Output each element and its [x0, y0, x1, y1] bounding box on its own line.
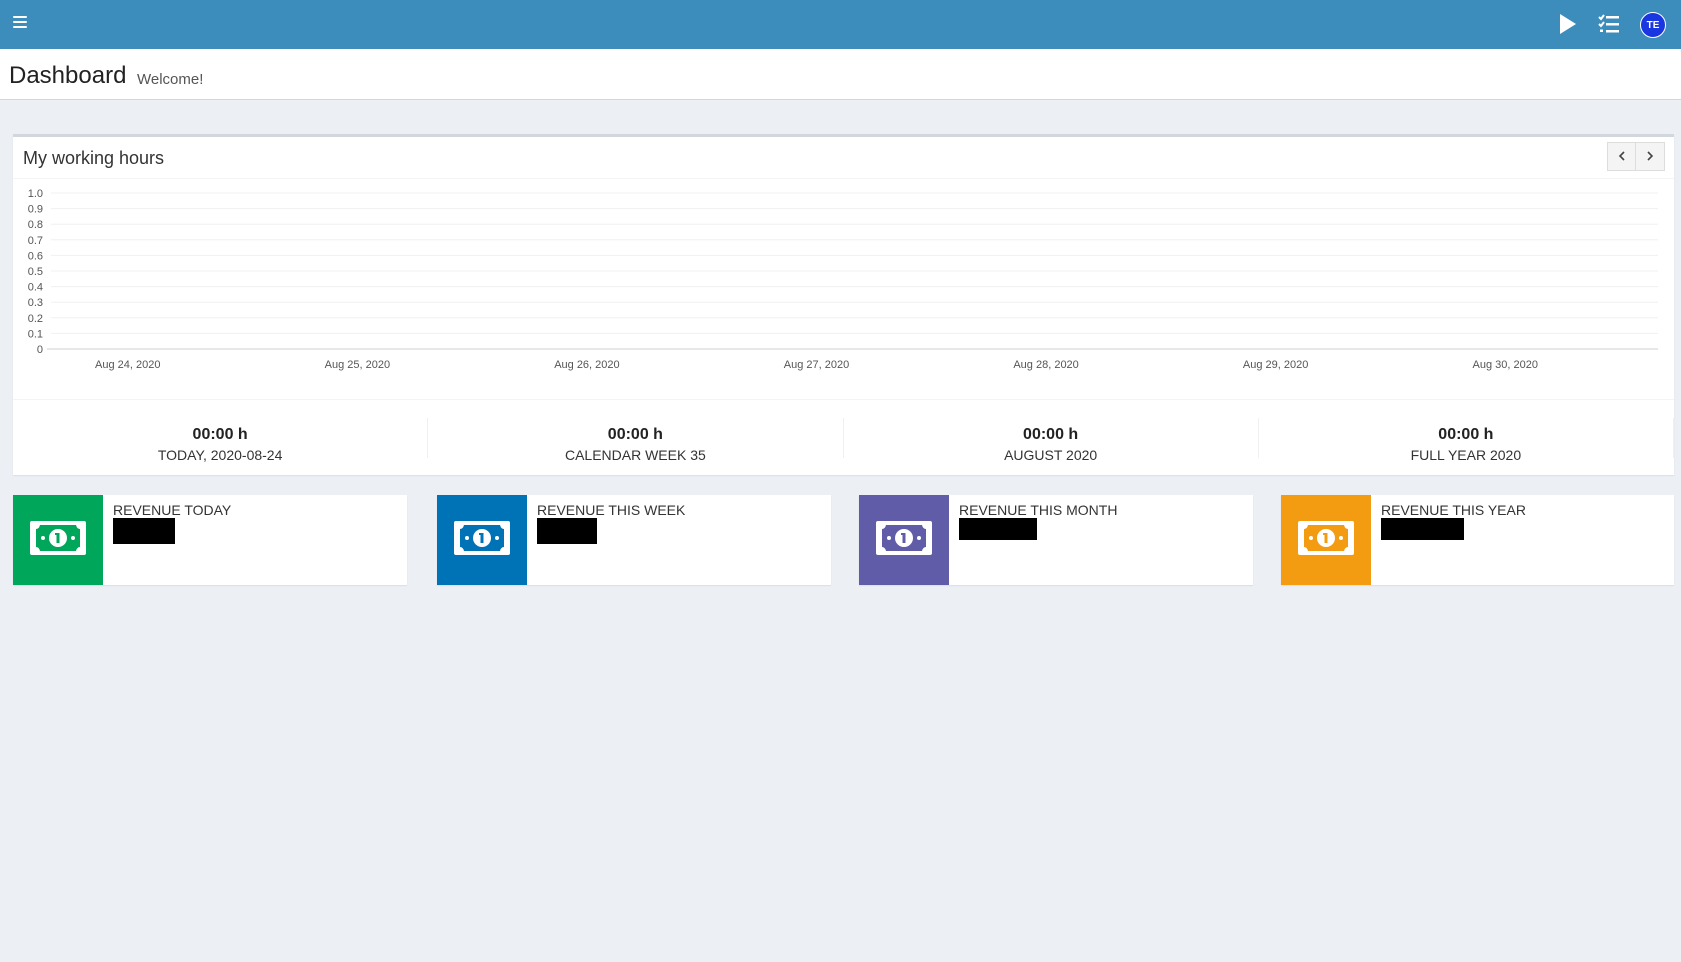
chevron-left-icon	[1617, 148, 1627, 166]
page-subtitle: Welcome!	[137, 71, 204, 88]
money-bill-icon	[453, 520, 511, 561]
chart-svg: 1.0 0.9 0.8 0.7 0.6 0.5 0.4 0.3 0.2 0.1 0 Aug 24, 2…	[28, 188, 1658, 371]
y-tick-label: 0.6	[28, 250, 43, 262]
stat-label: AUGUST 2020	[1004, 447, 1098, 463]
working-hours-box: My working hours 1.0 0.9 0.8 0.7 0.6 0.5 0.4 0.…	[13, 134, 1674, 475]
revenue-year-box: REVENUE THIS YEAR	[1281, 495, 1674, 585]
money-bill-icon	[29, 520, 87, 561]
y-tick-label: 0.5	[28, 266, 43, 278]
revenue-year-icon-bg	[1281, 495, 1371, 585]
money-bill-icon	[1297, 520, 1355, 561]
x-tick-label: Aug 28, 2020	[1013, 359, 1078, 371]
info-label: REVENUE TODAY	[113, 502, 232, 518]
x-tick-label: Aug 24, 2020	[95, 359, 160, 371]
money-bill-icon	[875, 520, 933, 561]
y-tick-label: 0.1	[28, 328, 43, 340]
redacted-value	[1381, 518, 1464, 540]
x-tick-label: Aug 27, 2020	[784, 359, 849, 371]
redacted-value	[537, 518, 597, 544]
revenue-week-box: REVENUE THIS WEEK	[437, 495, 831, 585]
stat-year: 00:00 h FULL YEAR 2020	[1259, 418, 1674, 463]
stat-today: 00:00 h TODAY, 2020-08-24	[13, 418, 429, 463]
box-title: My working hours	[23, 148, 165, 168]
revenue-today-icon-bg	[13, 495, 103, 585]
stat-label: TODAY, 2020-08-24	[157, 447, 283, 463]
box-header: My working hours	[13, 137, 1674, 179]
checklist-icon[interactable]	[1597, 12, 1621, 36]
revenue-today-box: REVENUE TODAY	[13, 495, 407, 585]
stat-value: 00:00 h	[192, 426, 248, 443]
stat-label: FULL YEAR 2020	[1410, 447, 1522, 463]
y-tick-label: 0	[37, 344, 43, 356]
y-tick-label: 0.3	[28, 297, 43, 309]
y-tick-label: 0.8	[28, 219, 43, 231]
revenue-week-icon-bg	[437, 495, 527, 585]
y-tick-label: 0.2	[28, 313, 43, 325]
x-tick-label: Aug 26, 2020	[554, 359, 619, 371]
chevron-right-icon	[1645, 148, 1655, 166]
page-title: Dashboard	[9, 62, 127, 89]
stat-value: 00:00 h	[1438, 426, 1494, 443]
play-icon[interactable]	[1555, 12, 1579, 36]
page-header: Dashboard Welcome!	[0, 49, 1681, 100]
stat-week: 00:00 h CALENDAR WEEK 35	[428, 418, 844, 463]
revenue-month-box: REVENUE THIS MONTH	[859, 495, 1253, 585]
stat-label: CALENDAR WEEK 35	[564, 447, 706, 463]
redacted-value	[959, 518, 1037, 540]
user-avatar[interactable]: TE	[1640, 12, 1666, 38]
y-tick-label: 0.4	[28, 282, 43, 294]
stat-value: 00:00 h	[607, 426, 663, 443]
revenue-month-icon-bg	[859, 495, 949, 585]
x-tick-label: Aug 29, 2020	[1243, 359, 1308, 371]
x-tick-label: Aug 30, 2020	[1472, 359, 1537, 371]
info-label: REVENUE THIS WEEK	[537, 502, 686, 518]
y-tick-label: 0.9	[28, 204, 43, 216]
x-tick-label: Aug 25, 2020	[325, 359, 390, 371]
stat-month: 00:00 h AUGUST 2020	[844, 418, 1259, 463]
info-label: REVENUE THIS MONTH	[959, 502, 1118, 518]
previous-period-button[interactable]	[1607, 142, 1636, 171]
next-period-button[interactable]	[1636, 142, 1665, 171]
stat-value: 00:00 h	[1023, 426, 1079, 443]
stats-row: 00:00 h TODAY, 2020-08-24 00:00 h CALEND…	[13, 399, 1674, 478]
top-navbar: TE	[0, 0, 1681, 49]
hamburger-icon[interactable]	[13, 16, 27, 30]
working-hours-chart: 1.0 0.9 0.8 0.7 0.6 0.5 0.4 0.3 0.2 0.1 0 Aug 24, 2…	[13, 179, 1674, 399]
period-nav	[1607, 142, 1665, 171]
redacted-value	[113, 518, 175, 544]
y-tick-label: 0.7	[28, 235, 43, 247]
y-tick-label: 1.0	[28, 188, 43, 200]
info-label: REVENUE THIS YEAR	[1381, 502, 1526, 518]
